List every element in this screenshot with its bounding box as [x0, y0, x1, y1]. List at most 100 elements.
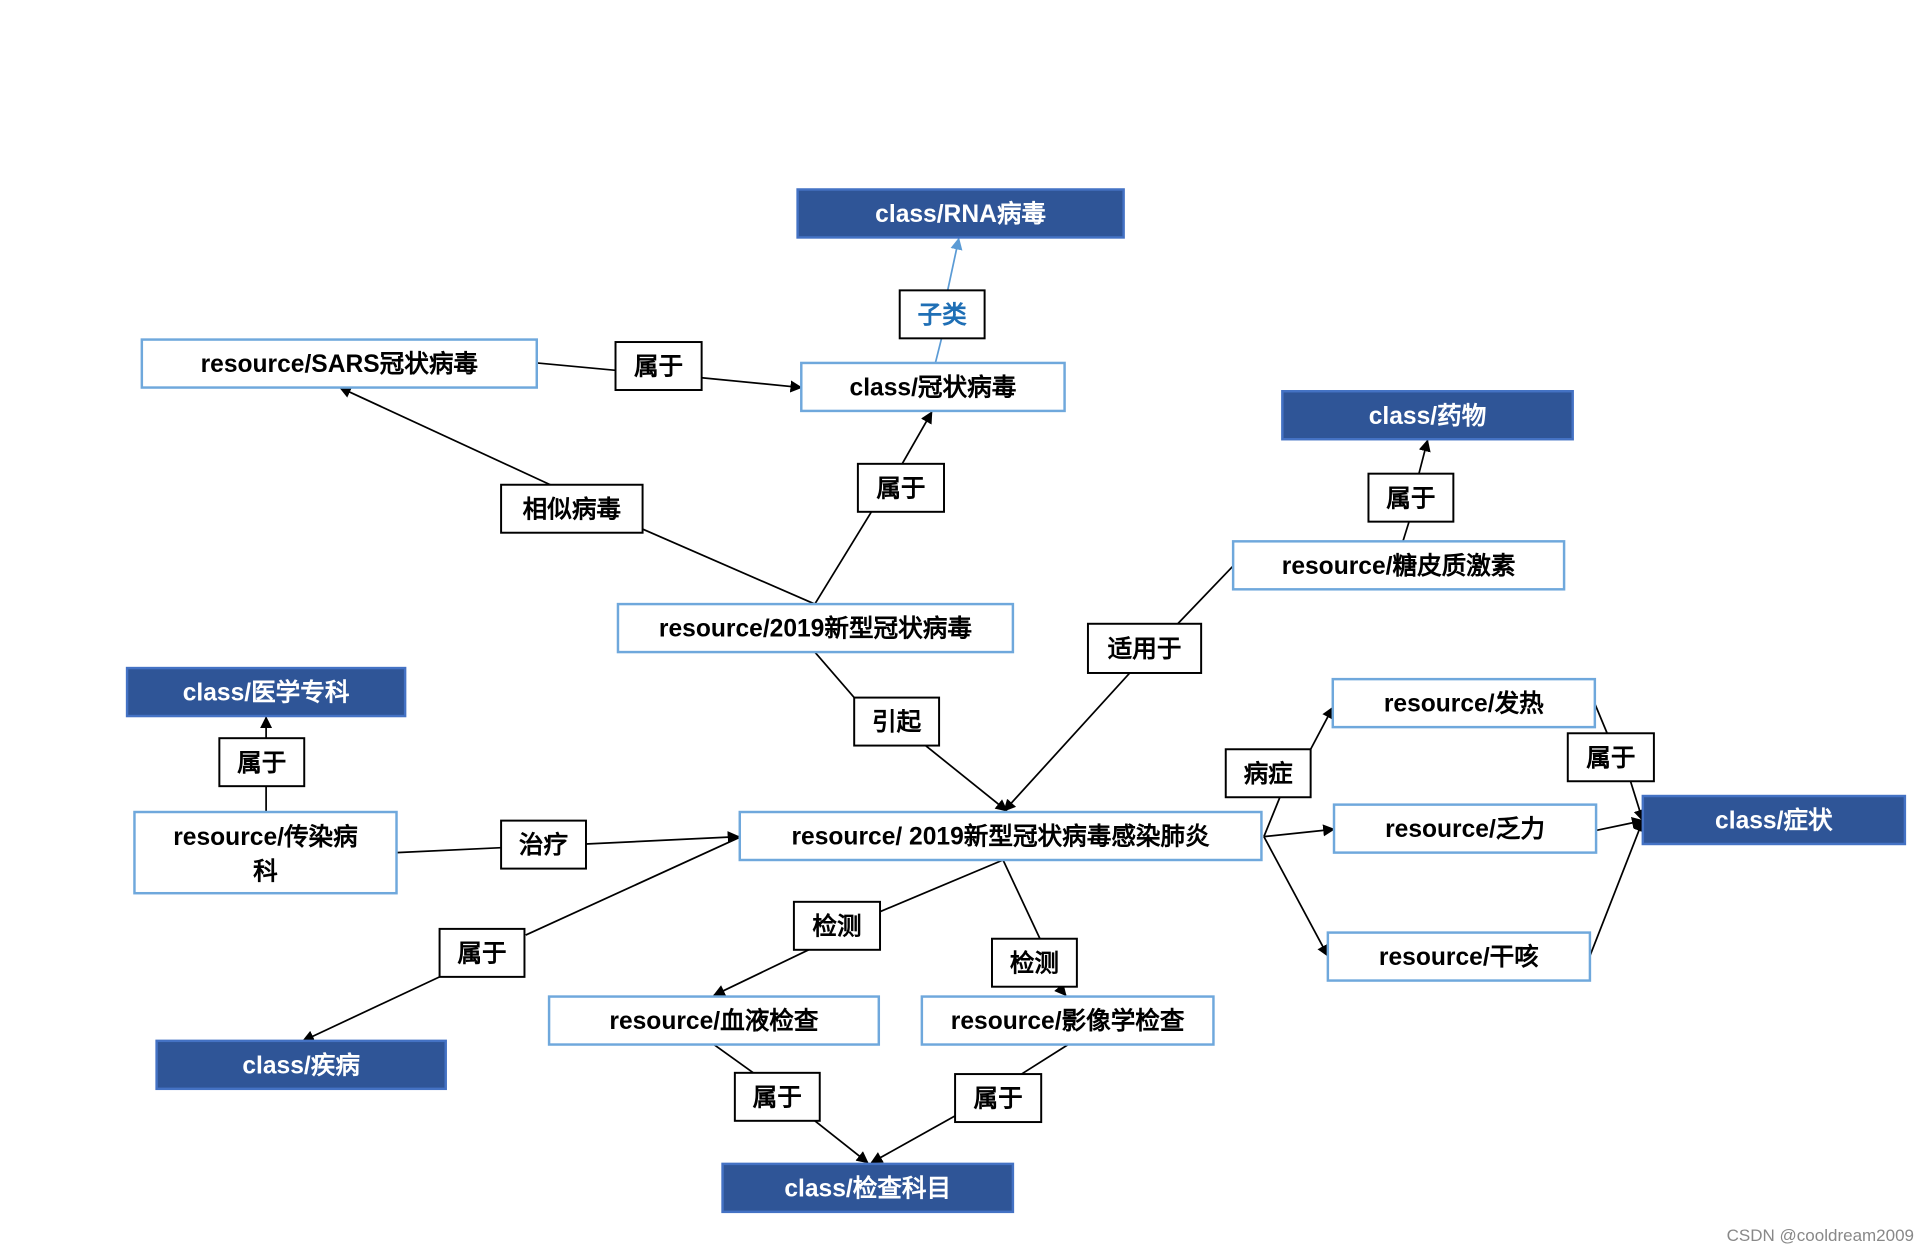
edge-line — [1002, 859, 1041, 940]
node-imaging[interactable]: resource/影像学检查 — [920, 995, 1215, 1046]
edge-label-text: 病症 — [1244, 759, 1294, 788]
edge-line — [642, 528, 816, 605]
node-label-line2: 科 — [253, 858, 278, 886]
edge-line — [396, 846, 502, 854]
node-label: class/医学专科 — [183, 678, 350, 707]
node-exam[interactable]: class/检查科目 — [721, 1162, 1015, 1214]
edge-label-symptom-belongs: 属于 — [1566, 732, 1655, 783]
edge-line — [1402, 521, 1410, 542]
node-infectious-dept[interactable]: resource/传染病科 — [133, 810, 398, 895]
edge-line — [713, 1043, 754, 1074]
edge-label-text: 属于 — [974, 1086, 1023, 1113]
edge-arrow — [925, 744, 1008, 812]
node-label: class/检查科目 — [784, 1173, 951, 1202]
watermark: CSDN @cooldream2009 — [1726, 1226, 1914, 1245]
edge-label-text: 属于 — [876, 475, 925, 502]
node-sars[interactable]: resource/SARS冠状病毒 — [140, 338, 539, 389]
edge-label-disease-belongs: 属于 — [438, 927, 526, 978]
node-label: resource/糖皮质激素 — [1282, 551, 1516, 580]
edge-label-text: 子类 — [918, 301, 968, 329]
node-steroid[interactable]: resource/糖皮质激素 — [1231, 540, 1566, 591]
knowledge-graph-diagram: class/RNA病毒 class/冠状病毒 resource/SARS冠状病毒 cl… — [125, 188, 1907, 1214]
edge-label-sars-belongs: 属于 — [614, 341, 703, 391]
edge-label-applies: 适用于 — [1086, 622, 1203, 674]
edge-label-detect1: 检测 — [792, 900, 882, 951]
edge-label-causes: 引起 — [853, 696, 941, 747]
node-ncov[interactable]: resource/2019新型冠状病毒 — [616, 602, 1015, 654]
edge-label-text: 属于 — [753, 1084, 802, 1111]
edge-arrow — [814, 1120, 869, 1164]
node-label: class/RNA病毒 — [875, 199, 1046, 228]
edge-arrow — [1003, 672, 1131, 812]
edge-label-text: 属于 — [237, 750, 286, 777]
node-label: resource/传染病 — [173, 822, 358, 851]
node-coronavirus[interactable]: class/冠状病毒 — [800, 361, 1066, 413]
edge-label-steroid-belongs: 属于 — [1367, 472, 1455, 523]
edge-label-blood-belongs: 属于 — [733, 1071, 821, 1122]
edge-label-ncov-belongs: 属于 — [856, 462, 945, 513]
edge-arrow — [338, 386, 551, 486]
edge-arrow — [1054, 983, 1067, 997]
edge-line — [934, 338, 943, 364]
edge-arrow — [870, 1115, 956, 1164]
node-label: resource/血液检查 — [609, 1006, 819, 1035]
edge-arrow — [901, 411, 933, 465]
edge-label-text: 相似病毒 — [523, 494, 622, 523]
node-label: resource/影像学检查 — [951, 1006, 1185, 1035]
edge-label-imaging-belongs: 属于 — [954, 1073, 1043, 1124]
edge-arrow — [585, 831, 740, 845]
edge-label-text: 属于 — [1386, 485, 1435, 512]
edge-label-similar: 相似病毒 — [500, 483, 644, 534]
edge-label-symptom-rel: 病症 — [1224, 748, 1312, 799]
edge-line — [1021, 1043, 1069, 1075]
node-disease[interactable]: class/疾病 — [155, 1039, 447, 1091]
edge-arrow — [1263, 836, 1329, 958]
node-blood-test[interactable]: resource/血液检查 — [547, 995, 881, 1046]
edge-line — [814, 511, 873, 605]
node-label: class/症状 — [1715, 806, 1833, 835]
edge-line — [1177, 565, 1234, 625]
edge-arrow — [946, 237, 963, 291]
edge-line — [1263, 796, 1281, 837]
edge-label-text: 治疗 — [519, 830, 568, 859]
edge-arrow — [701, 376, 803, 393]
node-pneumonia[interactable]: resource/ 2019新型冠状病毒感染肺炎 — [738, 810, 1263, 862]
edge-arrow — [1263, 824, 1336, 838]
edge-label-text: 属于 — [457, 940, 506, 967]
edge-arrow — [712, 949, 810, 997]
node-label: resource/ 2019新型冠状病毒感染肺炎 — [791, 822, 1210, 851]
edge-arrow — [1629, 780, 1646, 822]
edge-label-dept-belongs: 属于 — [218, 737, 306, 788]
node-fever[interactable]: resource/发热 — [1331, 677, 1597, 729]
node-fatigue[interactable]: resource/乏力 — [1332, 803, 1598, 854]
edge-label-text: 适用于 — [1108, 635, 1182, 663]
edge-line — [1594, 703, 1608, 734]
node-specialty[interactable]: class/医学专科 — [125, 666, 407, 718]
edge-label-text: 属于 — [1586, 745, 1635, 772]
edge-line — [879, 859, 1004, 913]
node-drug[interactable]: class/药物 — [1281, 390, 1574, 441]
edge-arrow — [1309, 706, 1334, 750]
node-rna[interactable]: class/RNA病毒 — [796, 188, 1125, 239]
edge-arrow — [1589, 819, 1645, 957]
node-symptom[interactable]: class/症状 — [1641, 794, 1907, 846]
edge-label-text: 检测 — [812, 911, 861, 940]
edge-label-subclass: 子类 — [898, 289, 986, 340]
edge-label-text: 引起 — [872, 708, 922, 736]
node-label: resource/SARS冠状病毒 — [201, 349, 479, 378]
node-label: resource/干咳 — [1379, 942, 1539, 971]
edge-arrow — [1595, 816, 1645, 832]
node-label: resource/乏力 — [1385, 815, 1545, 843]
edge-label-detect2: 检测 — [991, 937, 1078, 988]
edge-arrow — [1418, 439, 1431, 474]
edge-line — [536, 362, 616, 372]
node-cough[interactable]: resource/干咳 — [1326, 931, 1592, 982]
node-label: class/冠状病毒 — [850, 373, 1017, 402]
node-label: class/药物 — [1369, 402, 1487, 430]
node-label: resource/发热 — [1384, 689, 1544, 718]
edge-arrow — [301, 976, 440, 1042]
node-label: resource/2019新型冠状病毒 — [659, 614, 972, 643]
edge-label-text: 属于 — [634, 354, 683, 381]
node-label: class/疾病 — [242, 1050, 360, 1079]
edge-line — [814, 651, 855, 699]
